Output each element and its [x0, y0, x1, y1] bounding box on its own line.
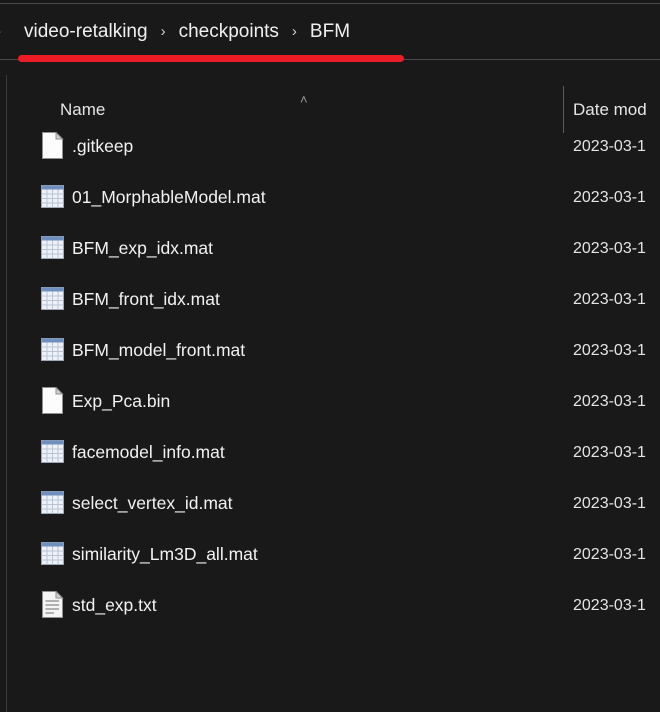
- file-date-modified: 2023-03-1: [573, 189, 646, 206]
- spreadsheet-file-icon: [41, 438, 64, 465]
- file-row[interactable]: BFM_exp_idx.mat 2023-03-1: [0, 225, 660, 276]
- spreadsheet-file-icon: [41, 234, 64, 261]
- breadcrumb-item-bfm[interactable]: BFM: [310, 22, 350, 41]
- breadcrumb-item-video-retalking[interactable]: video-retalking: [24, 22, 148, 41]
- file-name[interactable]: similarity_Lm3D_all.mat: [72, 545, 258, 564]
- file-row[interactable]: BFM_front_idx.mat 2023-03-1: [0, 276, 660, 327]
- breadcrumb[interactable]: › video-retalking › checkpoints › BFM: [0, 4, 660, 59]
- chevron-right-icon-2[interactable]: ›: [292, 24, 297, 39]
- file-name[interactable]: 01_MorphableModel.mat: [72, 188, 266, 207]
- file-name[interactable]: std_exp.txt: [72, 596, 157, 615]
- column-header-name[interactable]: Name: [60, 101, 105, 118]
- file-date-modified: 2023-03-1: [573, 546, 646, 563]
- file-date-modified: 2023-03-1: [573, 342, 646, 359]
- chevron-right-icon-leading[interactable]: ›: [0, 24, 10, 39]
- file-date-modified: 2023-03-1: [573, 240, 646, 257]
- column-header-row: Name ˄ Date mod: [0, 75, 660, 133]
- spreadsheet-file-icon: [41, 183, 64, 210]
- file-row[interactable]: facemodel_info.mat 2023-03-1: [0, 429, 660, 480]
- file-row[interactable]: select_vertex_id.mat 2023-03-1: [0, 480, 660, 531]
- file-name[interactable]: .gitkeep: [72, 137, 133, 156]
- file-date-modified: 2023-03-1: [573, 291, 646, 308]
- text-file-icon: [41, 591, 64, 618]
- file-date-modified: 2023-03-1: [573, 138, 646, 155]
- file-name[interactable]: BFM_front_idx.mat: [72, 290, 220, 309]
- column-header-date-modified[interactable]: Date mod: [573, 101, 647, 118]
- file-explorer-window: › video-retalking › checkpoints › BFM Na…: [0, 0, 660, 712]
- blank-file-icon: [41, 132, 64, 159]
- spreadsheet-file-icon: [41, 540, 64, 567]
- blank-file-icon: [41, 387, 64, 414]
- file-name[interactable]: BFM_exp_idx.mat: [72, 239, 213, 258]
- file-row[interactable]: .gitkeep 2023-03-1: [0, 123, 660, 174]
- file-row[interactable]: Exp_Pca.bin 2023-03-1: [0, 378, 660, 429]
- chevron-right-icon-1[interactable]: ›: [161, 24, 166, 39]
- red-underline-annotation: [18, 55, 404, 62]
- file-name[interactable]: Exp_Pca.bin: [72, 392, 170, 411]
- file-rows: .gitkeep 2023-03-1 01_MorphableModel.mat 20…: [0, 123, 660, 633]
- file-date-modified: 2023-03-1: [573, 393, 646, 410]
- file-row[interactable]: BFM_model_front.mat 2023-03-1: [0, 327, 660, 378]
- file-name[interactable]: select_vertex_id.mat: [72, 494, 233, 513]
- spreadsheet-file-icon: [41, 489, 64, 516]
- spreadsheet-file-icon: [41, 285, 64, 312]
- file-row[interactable]: similarity_Lm3D_all.mat 2023-03-1: [0, 531, 660, 582]
- file-name[interactable]: BFM_model_front.mat: [72, 341, 245, 360]
- file-name[interactable]: facemodel_info.mat: [72, 443, 225, 462]
- file-list-pane: Name ˄ Date mod .gitkeep 2023-03-1 01_Morp…: [0, 64, 660, 712]
- file-date-modified: 2023-03-1: [573, 495, 646, 512]
- file-date-modified: 2023-03-1: [573, 444, 646, 461]
- breadcrumb-item-checkpoints[interactable]: checkpoints: [179, 22, 279, 41]
- spreadsheet-file-icon: [41, 336, 64, 363]
- file-row[interactable]: std_exp.txt 2023-03-1: [0, 582, 660, 633]
- file-row[interactable]: 01_MorphableModel.mat 2023-03-1: [0, 174, 660, 225]
- file-date-modified: 2023-03-1: [573, 597, 646, 614]
- sort-ascending-icon[interactable]: ˄: [300, 93, 308, 106]
